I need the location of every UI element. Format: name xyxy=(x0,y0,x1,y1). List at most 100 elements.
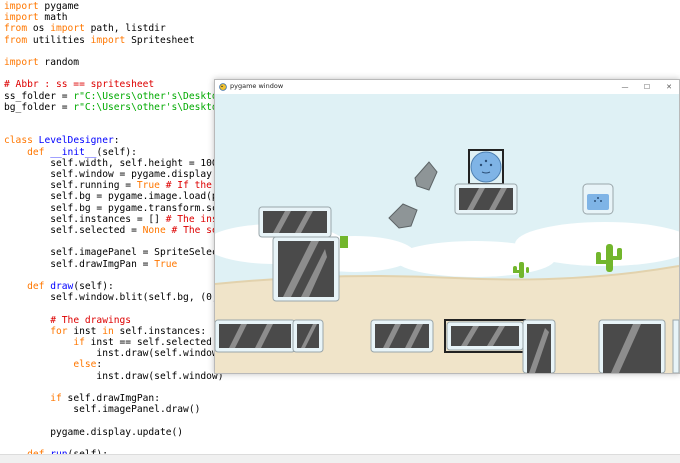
code-line[interactable]: self.instances = [] # The inst xyxy=(4,213,223,226)
code-line[interactable]: for inst in self.instances: xyxy=(4,326,206,338)
code-token: inst xyxy=(67,325,103,337)
glass-block[interactable] xyxy=(454,183,518,215)
code-token: class xyxy=(4,135,33,147)
code-token: def xyxy=(27,146,45,158)
code-line[interactable]: if inst == self.selected: xyxy=(4,337,218,349)
code-token: r"C:\Users\other's\Desktop xyxy=(73,90,224,102)
code-line[interactable]: # Abbr : ss == spritesheet xyxy=(4,79,154,91)
code-token: draw xyxy=(50,281,74,292)
code-token: os xyxy=(27,23,51,35)
code-token: r"C:\Users\other's\Desktop xyxy=(73,101,224,113)
code-line[interactable]: self.running = True # If the p xyxy=(4,180,223,192)
minimize-button[interactable]: — xyxy=(615,80,635,94)
code-token: # The drawings xyxy=(50,314,132,326)
blob-in-glass[interactable] xyxy=(582,183,614,215)
code-token: self.window.blit(self.bg, (0, xyxy=(4,292,218,304)
code-token: else xyxy=(73,359,97,371)
glass-block-tall[interactable] xyxy=(522,319,556,373)
code-token: self.instances = [] xyxy=(4,213,166,225)
code-line[interactable]: from os import path, listdir xyxy=(4,23,166,35)
code-token: bg_folder = xyxy=(4,101,74,113)
glass-block[interactable] xyxy=(370,319,434,353)
code-token: __init__ xyxy=(50,146,97,158)
code-token: self.running = xyxy=(4,180,137,192)
code-line[interactable]: else: xyxy=(4,359,102,371)
code-token: Spritesheet xyxy=(125,34,195,46)
code-token: def xyxy=(27,281,45,292)
pygame-snake-icon xyxy=(219,83,227,91)
code-token: path, listdir xyxy=(84,23,166,35)
code-token: for xyxy=(50,325,68,337)
close-button[interactable]: ✕ xyxy=(659,80,679,94)
window-titlebar[interactable]: pygame window — ☐ ✕ xyxy=(215,80,679,94)
code-line[interactable]: self.window.blit(self.bg, (0, xyxy=(4,292,218,304)
code-token: import xyxy=(90,34,126,46)
code-token: self.bg = pygame.image.load(pa xyxy=(4,191,224,203)
code-line[interactable]: inst.draw(self.window) xyxy=(4,370,224,383)
code-line[interactable]: bg_folder = r"C:\Users\other's\Desktop xyxy=(4,102,224,114)
code-line[interactable]: self.bg = pygame.image.load(pa xyxy=(4,191,224,203)
glass-block-tall[interactable] xyxy=(272,236,340,302)
code-token: import xyxy=(50,23,85,35)
code-token: utilities xyxy=(27,34,91,46)
code-line[interactable]: self.width, self.height = 1000 xyxy=(4,157,224,170)
code-token: None xyxy=(142,225,166,236)
code-token: ss_folder = xyxy=(4,90,74,102)
code-line[interactable]: import math xyxy=(4,12,68,24)
code-token: inst == self.selected: xyxy=(84,337,218,348)
code-token: # Abbr : ss == spritesheet xyxy=(4,79,155,91)
window-title: pygame window xyxy=(230,82,284,90)
code-line[interactable]: import pygame xyxy=(4,1,79,13)
game-canvas[interactable] xyxy=(215,94,679,373)
code-token: math xyxy=(38,12,68,24)
code-token: self.drawImgPan: xyxy=(61,393,160,404)
code-line[interactable]: from utilities import Spritesheet xyxy=(4,35,195,47)
code-line[interactable]: # The drawings xyxy=(4,315,131,327)
code-token: self.instances: xyxy=(113,325,207,337)
code-token: if xyxy=(50,393,62,404)
code-token: if xyxy=(73,337,85,348)
code-token: pygame.display.update() xyxy=(4,426,184,438)
code-line[interactable]: self.window = pygame.display.s xyxy=(4,169,223,181)
code-line[interactable]: pygame.display.update() xyxy=(4,427,183,439)
pygame-window[interactable]: pygame window — ☐ ✕ xyxy=(214,79,680,374)
glass-block[interactable] xyxy=(292,319,324,353)
code-token: (self): xyxy=(73,281,114,292)
code-token: self.width, self.height = 1000 xyxy=(4,157,224,169)
code-token: import xyxy=(4,57,39,68)
code-line[interactable]: self.drawImgPan = True xyxy=(4,259,177,271)
code-token: self.imagePanel.draw() xyxy=(4,404,201,416)
glass-block-tall[interactable] xyxy=(598,319,666,373)
code-token: inst.draw(self.window) xyxy=(4,370,224,382)
code-line[interactable]: def __init__(self): xyxy=(4,147,137,159)
glass-block-selected[interactable] xyxy=(444,319,526,353)
code-token: from xyxy=(4,23,28,35)
code-token: from xyxy=(4,34,28,46)
maximize-button[interactable]: ☐ xyxy=(637,80,657,94)
code-token: (self): xyxy=(96,146,137,158)
code-line[interactable]: class LevelDesigner: xyxy=(4,135,120,147)
code-token: LevelDesigner xyxy=(38,135,114,147)
cactus-partial xyxy=(340,236,348,248)
code-token: pygame xyxy=(38,1,80,12)
code-line[interactable]: if self.drawImgPan: xyxy=(4,393,160,405)
code-line[interactable]: def draw(self): xyxy=(4,281,114,293)
code-token: self.bg = pygame.transform.sca xyxy=(4,202,224,214)
code-token: self.drawImgPan = xyxy=(4,258,155,270)
code-token: : xyxy=(96,359,103,371)
code-line[interactable]: self.bg = pygame.transform.sca xyxy=(4,202,224,215)
code-line[interactable]: self.imagePanel = SpriteSelect xyxy=(4,247,223,259)
glass-block[interactable] xyxy=(258,206,332,238)
code-line[interactable]: import random xyxy=(4,57,79,69)
code-line[interactable]: ss_folder = r"C:\Users\other's\Desktop xyxy=(4,91,224,103)
code-line[interactable]: self.selected = None # The sel xyxy=(4,225,223,237)
code-token: True xyxy=(136,180,160,192)
code-line[interactable]: inst.draw(self.window, xyxy=(4,348,223,360)
glass-block[interactable] xyxy=(215,319,296,353)
code-line[interactable]: self.imagePanel.draw() xyxy=(4,404,200,416)
